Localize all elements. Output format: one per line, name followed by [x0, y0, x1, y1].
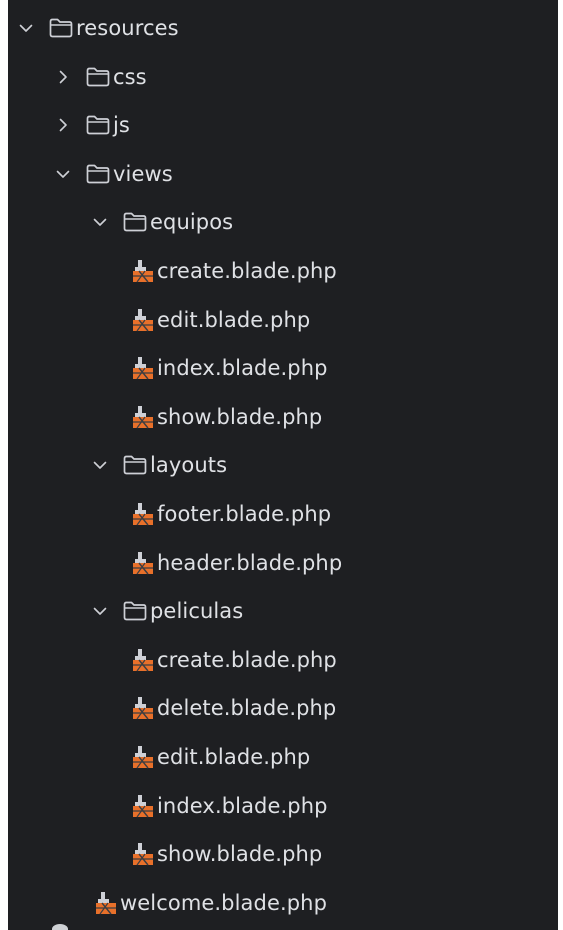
- tree-file-row[interactable]: welcome.blade.php: [8, 883, 558, 923]
- chevron-down-icon[interactable]: [90, 601, 110, 621]
- chevron-down-icon[interactable]: [53, 164, 73, 184]
- tree-file-row[interactable]: index.blade.php: [8, 348, 558, 388]
- file-name: index.blade.php: [157, 793, 328, 818]
- file-name: show.blade.php: [157, 842, 323, 867]
- tree-file-row[interactable]: show.blade.php: [8, 834, 558, 874]
- tree-file-row[interactable]: edit.blade.php: [8, 300, 558, 340]
- chevron-down-icon[interactable]: [90, 455, 110, 475]
- tree-folder-row[interactable]: equipos: [8, 202, 558, 242]
- file-name: create.blade.php: [157, 259, 337, 283]
- blade-file-icon: [131, 695, 155, 721]
- tree-file-row[interactable]: index.blade.php: [8, 786, 558, 826]
- blade-file-icon: [131, 404, 155, 430]
- folder-name: resources: [76, 16, 179, 40]
- folder-icon: [85, 114, 111, 136]
- folder-name: css: [113, 64, 147, 89]
- window-edge-right: [558, 0, 563, 930]
- file-name: create.blade.php: [157, 647, 337, 672]
- blade-file-icon: [131, 501, 155, 527]
- folder-icon: [85, 163, 111, 185]
- file-name: header.blade.php: [157, 550, 343, 575]
- folder-icon: [48, 17, 74, 39]
- tree-file-row[interactable]: footer.blade.php: [8, 494, 558, 534]
- folder-icon: [122, 600, 148, 622]
- folder-icon: [122, 211, 148, 233]
- folder-name: peliculas: [150, 599, 244, 624]
- tree-folder-row[interactable]: resources: [8, 8, 558, 48]
- blade-file-icon: [131, 550, 155, 576]
- tree-folder-row[interactable]: views: [8, 154, 558, 194]
- blade-file-icon: [131, 744, 155, 770]
- tree-folder-row[interactable]: peliculas: [8, 591, 558, 631]
- blade-file-icon: [131, 841, 155, 867]
- tree-file-row[interactable]: edit.blade.php: [8, 737, 558, 777]
- tree-folder-row[interactable]: css: [8, 57, 558, 97]
- chevron-down-icon[interactable]: [16, 18, 36, 38]
- file-name: edit.blade.php: [157, 307, 311, 332]
- blade-file-icon: [131, 355, 155, 381]
- tree-file-row[interactable]: show.blade.php: [8, 397, 558, 437]
- blade-file-icon: [131, 647, 155, 673]
- tree-folder-row[interactable]: js: [8, 105, 558, 145]
- folder-icon: [85, 66, 111, 88]
- folder-name: layouts: [150, 453, 228, 478]
- blade-file-icon: [131, 307, 155, 333]
- partially-visible-icon: [52, 924, 68, 930]
- folder-name: js: [113, 113, 130, 138]
- file-name: edit.blade.php: [157, 745, 311, 769]
- blade-file-icon: [131, 793, 155, 819]
- chevron-right-icon[interactable]: [53, 67, 73, 87]
- project-file-tree: resources css js views equipos create.blade.p…: [8, 0, 558, 930]
- tree-file-row[interactable]: create.blade.php: [8, 251, 558, 291]
- tree-file-row[interactable]: delete.blade.php: [8, 688, 558, 728]
- window-edge-left: [0, 0, 8, 930]
- tree-file-row[interactable]: create.blade.php: [8, 640, 558, 680]
- file-name: show.blade.php: [157, 404, 323, 429]
- file-name: index.blade.php: [157, 356, 328, 381]
- file-name: welcome.blade.php: [120, 890, 328, 915]
- folder-name: equipos: [150, 210, 234, 235]
- tree-file-row[interactable]: header.blade.php: [8, 543, 558, 583]
- blade-file-icon: [131, 258, 155, 284]
- folder-name: views: [113, 161, 173, 186]
- folder-icon: [122, 454, 148, 476]
- blade-file-icon: [94, 890, 118, 916]
- chevron-down-icon[interactable]: [90, 212, 110, 232]
- tree-folder-row[interactable]: layouts: [8, 445, 558, 485]
- file-name: delete.blade.php: [157, 696, 337, 721]
- file-name: footer.blade.php: [157, 502, 332, 526]
- chevron-right-icon[interactable]: [53, 115, 73, 135]
